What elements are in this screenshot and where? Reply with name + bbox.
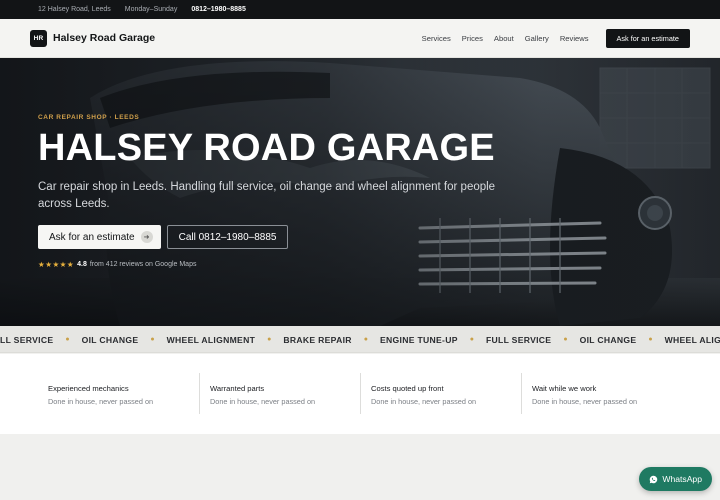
- ticker-item: OIL CHANGE: [81, 334, 139, 345]
- ticker-item: WHEEL ALIGNMENT: [166, 334, 256, 345]
- ticker-track: FULL SERVICE ● OIL CHANGE ● WHEEL ALIGNM…: [0, 326, 720, 352]
- ticker-item: BRAKE REPAIR: [283, 334, 352, 345]
- dot-separator-icon: ●: [469, 336, 474, 343]
- services-ticker: FULL SERVICE ● OIL CHANGE ● WHEEL ALIGNM…: [0, 326, 720, 353]
- top-info-bar: 12 Halsey Road, Leeds Monday–Sunday 0812…: [0, 0, 720, 19]
- ticker-item: ENGINE TUNE-UP: [380, 334, 458, 345]
- feature-subtitle: Done in house, never passed on: [532, 397, 638, 406]
- feature-subtitle: Done in house, never passed on: [210, 397, 316, 406]
- feature-item: Wait while we work Done in house, never …: [521, 373, 682, 414]
- dot-separator-icon: ●: [267, 336, 272, 343]
- hero-section: CAR REPAIR SHOP · LEEDS HALSEY ROAD GARA…: [0, 58, 720, 326]
- whatsapp-button[interactable]: WhatsApp: [639, 467, 712, 491]
- navbar: HR Halsey Road Garage Services Prices Ab…: [0, 19, 720, 58]
- nav-link-reviews[interactable]: Reviews: [560, 34, 589, 43]
- hero-subtitle: Car repair shop in Leeds. Handling full …: [38, 181, 496, 210]
- hero-eyebrow: CAR REPAIR SHOP · LEEDS: [38, 114, 140, 121]
- hero-content: CAR REPAIR SHOP · LEEDS HALSEY ROAD GARA…: [38, 114, 518, 269]
- topbar-phone-link[interactable]: 0812–1980–8885: [191, 6, 246, 13]
- hero-title: HALSEY ROAD GARAGE: [38, 127, 495, 169]
- feature-subtitle: Done in house, never passed on: [48, 397, 154, 406]
- feature-title: Wait while we work: [532, 384, 597, 393]
- nav-links: Services Prices About Gallery Reviews As…: [422, 28, 690, 48]
- nav-link-gallery[interactable]: Gallery: [525, 34, 549, 43]
- hours-text: Monday–Sunday: [124, 6, 178, 13]
- ticker-item: OIL CHANGE: [579, 334, 637, 345]
- nav-link-prices[interactable]: Prices: [462, 34, 483, 43]
- rating-score: 4.8: [77, 261, 87, 268]
- ticker-item: WHEEL ALIGNMENT: [664, 334, 720, 345]
- nav-estimate-button[interactable]: Ask for an estimate: [605, 28, 690, 48]
- feature-title: Warranted parts: [210, 384, 265, 393]
- ticker-item: FULL SERVICE: [485, 334, 552, 345]
- dot-separator-icon: ●: [563, 336, 568, 343]
- address-text: 12 Halsey Road, Leeds: [38, 6, 111, 13]
- feature-subtitle: Done in house, never passed on: [371, 397, 477, 406]
- hero-estimate-label: Ask for an estimate: [49, 231, 135, 243]
- dot-separator-icon: ●: [65, 336, 70, 343]
- hero-call-button[interactable]: Call 0812–1980–8885: [166, 225, 289, 249]
- logo-mark: HR: [30, 29, 47, 47]
- hero-buttons: Ask for an estimate ➜ Call 0812–1980–888…: [38, 225, 518, 249]
- features-strip: Experienced mechanics Done in house, nev…: [0, 354, 720, 434]
- feature-item: Warranted parts Done in house, never pas…: [199, 373, 360, 414]
- next-section: [0, 434, 720, 500]
- logo-name: Halsey Road Garage: [53, 32, 156, 44]
- whatsapp-label: WhatsApp: [662, 474, 702, 484]
- whatsapp-icon: [650, 475, 658, 483]
- feature-title: Experienced mechanics: [48, 384, 129, 393]
- ticker-item: FULL SERVICE: [0, 334, 54, 345]
- hero-estimate-button[interactable]: Ask for an estimate ➜: [38, 225, 161, 249]
- feature-title: Costs quoted up front: [371, 384, 444, 393]
- rating-text: from 412 reviews on Google Maps: [89, 261, 197, 268]
- dot-separator-icon: ●: [150, 336, 155, 343]
- feature-item: Costs quoted up front Done in house, nev…: [360, 373, 521, 414]
- star-rating-icon: ★★★★★: [38, 260, 75, 269]
- arrow-right-icon: ➜: [140, 231, 153, 243]
- dot-separator-icon: ●: [363, 336, 369, 343]
- logo[interactable]: HR Halsey Road Garage: [30, 29, 156, 47]
- dot-separator-icon: ●: [648, 336, 653, 343]
- nav-link-services[interactable]: Services: [422, 34, 451, 43]
- nav-link-about[interactable]: About: [494, 34, 514, 43]
- feature-item: Experienced mechanics Done in house, nev…: [38, 373, 199, 414]
- hero-call-label: Call 0812–1980–8885: [178, 231, 277, 243]
- rating-summary: ★★★★★ 4.8 from 412 reviews on Google Map…: [38, 260, 518, 269]
